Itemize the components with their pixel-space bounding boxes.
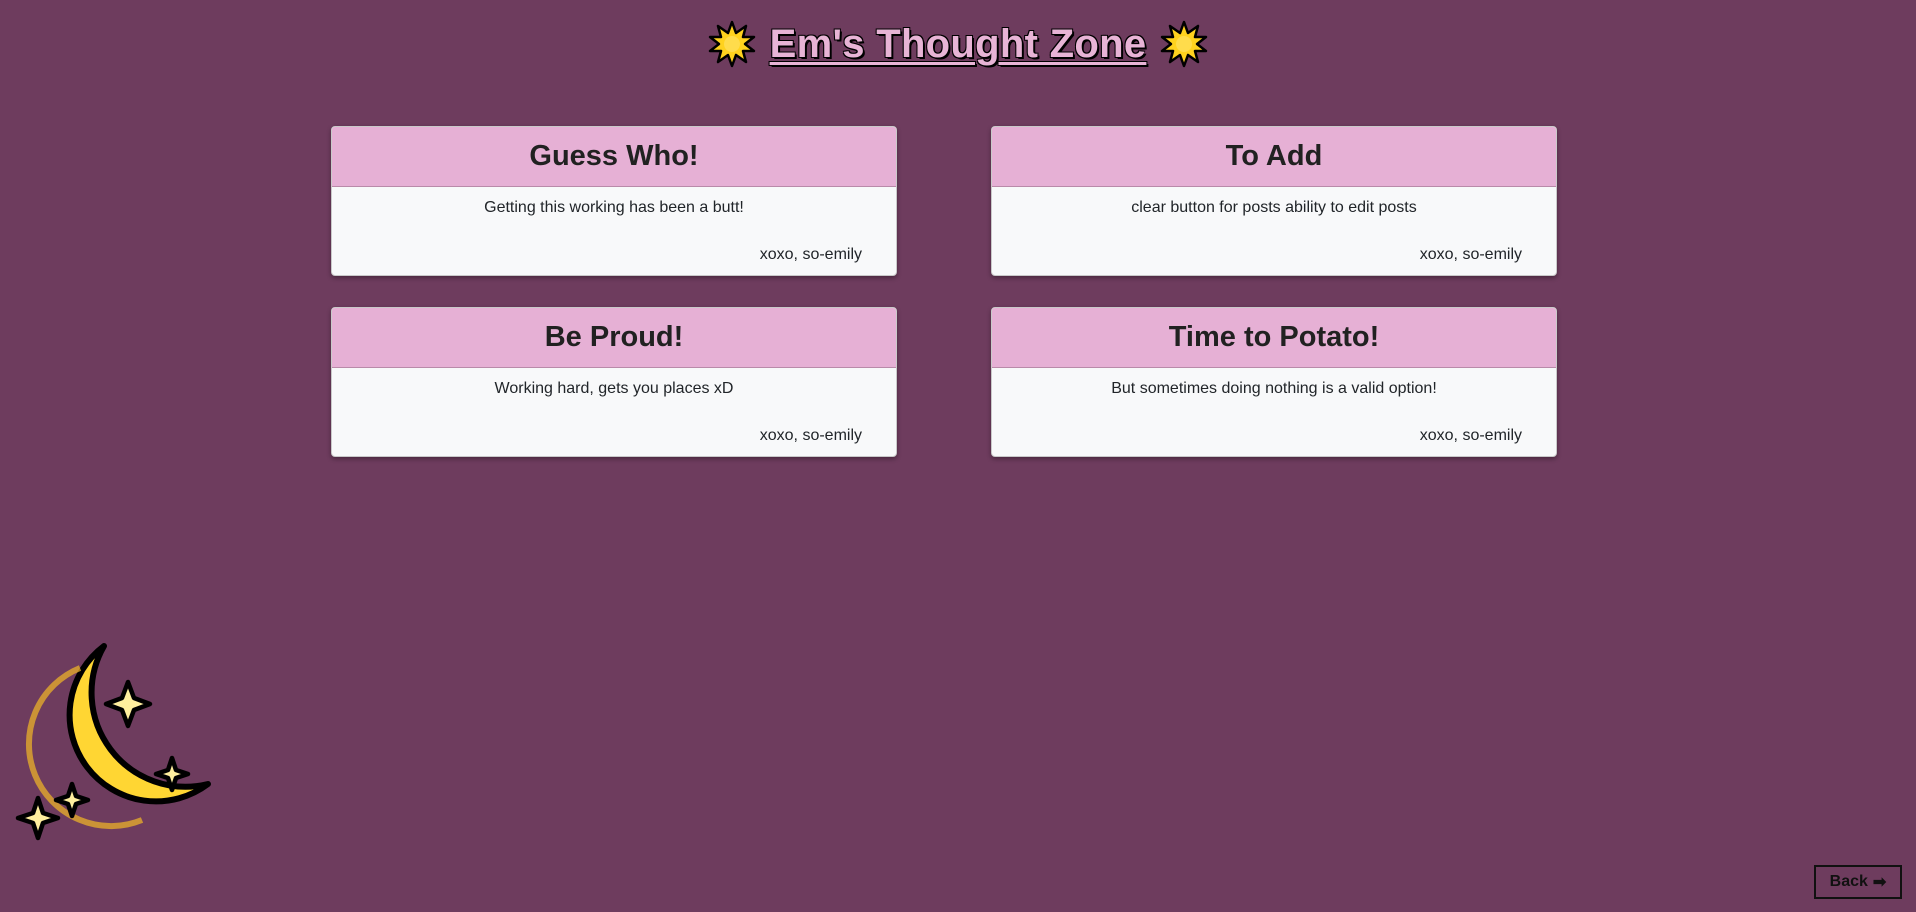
post-signature: xoxo, so-emily (759, 427, 862, 444)
post-card: Be Proud! Working hard, gets you places … (331, 307, 897, 457)
post-title: Guess Who! (529, 140, 699, 172)
post-card-header: To Add (992, 127, 1556, 187)
post-body: Working hard, gets you places xD (494, 380, 734, 397)
arrow-right-icon: ➡ (1872, 874, 1887, 891)
post-body: clear button for posts ability to edit p… (1131, 199, 1417, 216)
post-body: Getting this working has been a butt! (484, 199, 744, 216)
post-card-header: Time to Potato! (992, 308, 1556, 368)
post-signature: xoxo, so-emily (759, 246, 862, 263)
sun-icon (1161, 20, 1208, 68)
sun-icon (708, 20, 755, 68)
post-title: Time to Potato! (1168, 321, 1380, 353)
post-card-header: Guess Who! (332, 127, 896, 187)
back-button-label: Back (1829, 873, 1868, 890)
page-header: Em's Thought Zone (0, 14, 1916, 74)
post-card-header: Be Proud! (332, 308, 896, 368)
post-card: To Add clear button for posts ability to… (991, 126, 1557, 276)
post-title: Be Proud! (544, 321, 684, 353)
page-title-link[interactable]: Em's Thought Zone (770, 22, 1147, 67)
post-title: To Add (1225, 140, 1323, 172)
post-body: But sometimes doing nothing is a valid o… (1111, 380, 1437, 397)
moon-stars-icon (15, 643, 211, 841)
post-signature: xoxo, so-emily (1419, 427, 1522, 444)
post-card: Guess Who! Getting this working has been… (331, 126, 897, 276)
post-signature: xoxo, so-emily (1419, 246, 1522, 263)
back-button[interactable]: Back ➡ (1814, 865, 1902, 899)
post-card: Time to Potato! But sometimes doing noth… (991, 307, 1557, 457)
